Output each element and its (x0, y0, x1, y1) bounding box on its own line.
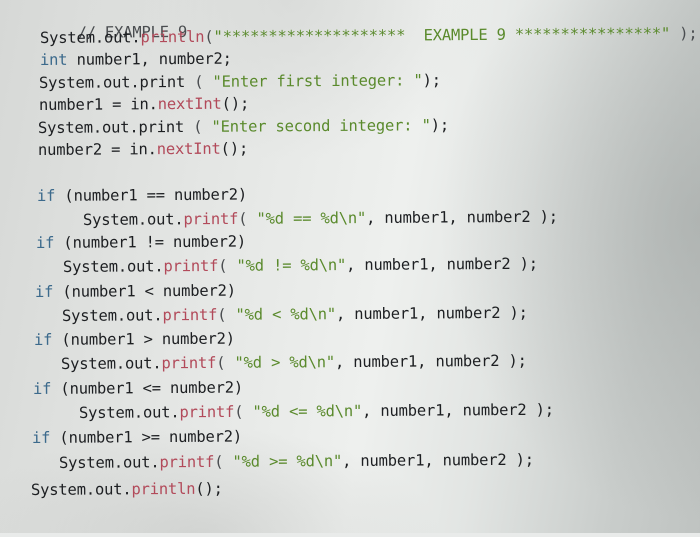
code-line-println-header: System.out.println("********************… (40, 24, 698, 47)
code-condition: (number1 > number2) (52, 329, 235, 349)
code-close: (); (220, 139, 249, 158)
code-args: , number1, number2 ); (366, 207, 558, 228)
code-line-printf-equal: System.out.printf( "%d == %d\n", number1… (83, 208, 558, 229)
code-object: System.out. (30, 480, 132, 499)
code-method: nextInt (156, 139, 221, 159)
code-args: , number1, number2 ); (362, 400, 554, 421)
code-method: printf (163, 256, 219, 276)
code-paren: ( (204, 27, 214, 46)
code-paren: ( (216, 353, 235, 372)
code-args: , number1, number2 ); (342, 450, 534, 471)
code-paren: ( (234, 402, 253, 421)
code-close: ); (430, 116, 450, 135)
code-keyword: if (33, 330, 53, 349)
code-rest: number1, number2; (67, 49, 232, 69)
code-line-if-greater-equal: if (number1 >= number2) (32, 428, 242, 447)
code-args: , number1, number2 ); (346, 254, 538, 275)
code-method: printf (159, 452, 215, 472)
code-method: println (131, 479, 196, 499)
code-lhs: number2 = in. (37, 140, 157, 159)
code-string: "%d > %d\n" (234, 353, 336, 372)
code-method: println (140, 27, 205, 47)
code-line-printf-greater: System.out.printf( "%d > %d\n", number1,… (61, 352, 527, 373)
code-condition: (number1 >= number2) (50, 427, 243, 447)
code-keyword: if (34, 282, 54, 301)
code-line-if-not-equal: if (number1 != number2) (36, 233, 246, 252)
code-close: ); (422, 71, 441, 90)
code-keyword: if (36, 186, 56, 205)
code-paren: ( (238, 209, 257, 228)
code-args: , number1, number2 ); (335, 303, 528, 324)
code-keyword: if (32, 379, 52, 398)
code-line-read-first: number1 = in.nextInt(); (39, 95, 249, 114)
code-keyword: if (31, 428, 51, 447)
code-editor: // EXAMPLE 9 System.out.println("*******… (0, 0, 700, 537)
code-string: "%d <= %d\n" (252, 402, 363, 421)
code-method: printf (162, 305, 218, 325)
code-object: System.out. (39, 28, 141, 47)
code-line-read-second: number2 = in.nextInt(); (38, 140, 248, 159)
code-condition: (number1 == number2) (55, 185, 248, 205)
code-args: , number1, number2 ); (334, 351, 527, 372)
code-line-printf-greater-equal: System.out.printf( "%d >= %d\n", number1… (59, 451, 534, 472)
code-line-if-equal: if (number1 == number2) (37, 186, 247, 205)
code-close: ); (670, 24, 698, 43)
code-paren: ( (185, 72, 213, 91)
code-object: System.out.print (37, 117, 185, 137)
code-string: "Enter second integer: " (211, 116, 431, 136)
code-line-if-less-equal: if (number1 <= number2) (33, 379, 243, 398)
code-close: (); (221, 94, 250, 113)
screen-bottom-edge (0, 533, 700, 537)
code-condition: (number1 != number2) (54, 232, 247, 252)
code-string: "%d != %d\n" (236, 256, 347, 275)
code-object: System.out. (78, 403, 180, 422)
code-paren: ( (214, 452, 233, 471)
code-string: "******************** EXAMPLE 9 ********… (213, 24, 671, 46)
code-method: printf (161, 353, 217, 373)
code-line-printf-less: System.out.printf( "%d < %d\n", number1,… (62, 304, 528, 325)
code-object: System.out. (60, 354, 162, 373)
code-object: System.out. (58, 453, 160, 472)
code-string: "Enter first integer: " (212, 71, 423, 91)
code-paren: ( (218, 256, 237, 275)
code-method: printf (183, 209, 239, 229)
code-line-println-end: System.out.println(); (31, 480, 223, 499)
code-keyword: if (35, 233, 55, 252)
code-line-declaration: int number1, number2; (40, 50, 232, 69)
code-method: printf (179, 402, 235, 422)
code-line-prompt-first: System.out.print ( "Enter first integer:… (39, 71, 441, 92)
code-object: System.out. (61, 306, 163, 325)
code-string: "%d >= %d\n" (232, 452, 343, 471)
code-object: System.out. (62, 257, 164, 276)
code-line-prompt-second: System.out.print ( "Enter second integer… (38, 116, 449, 137)
code-line-if-greater: if (number1 > number2) (34, 330, 235, 349)
code-method: nextInt (157, 94, 222, 114)
code-paren: ( (217, 305, 236, 324)
code-object: System.out. (82, 210, 184, 229)
code-condition: (number1 <= number2) (51, 378, 244, 398)
code-lhs: number1 = in. (38, 95, 158, 114)
code-object: System.out.print (38, 72, 186, 92)
code-line-printf-not-equal: System.out.printf( "%d != %d\n", number1… (63, 255, 538, 276)
code-close: (); (195, 479, 223, 498)
code-condition: (number1 < number2) (53, 281, 236, 301)
code-paren: ( (184, 117, 212, 136)
code-string: "%d == %d\n" (256, 209, 367, 228)
code-string: "%d < %d\n" (235, 305, 337, 324)
code-line-printf-less-equal: System.out.printf( "%d <= %d\n", number1… (79, 401, 554, 422)
code-line-if-less: if (number1 < number2) (35, 282, 236, 301)
code-keyword: int (39, 50, 68, 69)
